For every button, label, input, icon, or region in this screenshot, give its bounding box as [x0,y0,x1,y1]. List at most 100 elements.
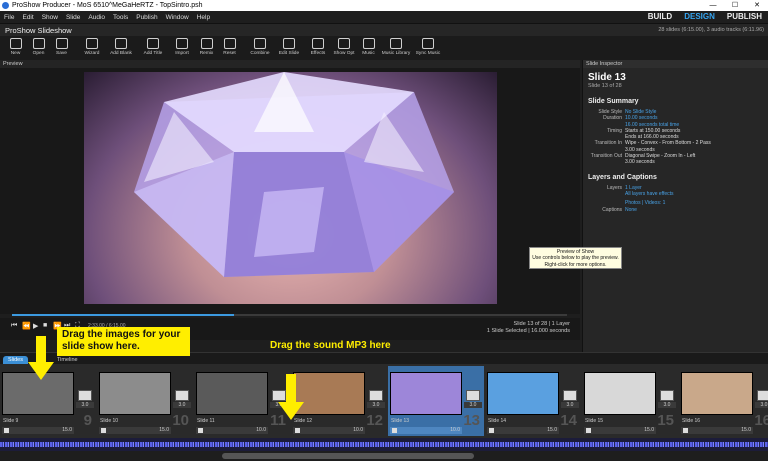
play-icon[interactable]: ▶ [33,322,38,330]
toolbar-save-button[interactable]: Save [50,36,73,60]
captions-link[interactable]: None [625,207,637,213]
timeline-scrollbar[interactable] [0,451,768,461]
preview-image[interactable] [84,72,497,304]
slide-duration[interactable]: 15.0 [681,427,753,434]
menu-edit[interactable]: Edit [18,14,37,21]
transition-item[interactable]: 3.0 [367,390,385,412]
slide-thumbnail[interactable] [196,372,268,415]
slide-play-icon[interactable] [586,428,591,433]
slide-thumbnail[interactable] [681,372,753,415]
mode-build-button[interactable]: BUILD [642,11,678,23]
transition-item[interactable]: 3.0 [755,390,768,412]
toolbar-wizard-button[interactable]: Wizard [79,36,105,60]
menu-tools[interactable]: Tools [109,14,132,21]
menu-audio[interactable]: Audio [84,14,109,21]
toolbar-remix-button[interactable]: Remix [195,36,218,60]
rewind-icon[interactable]: ⏪ [22,322,31,330]
slide-duration[interactable]: 15.0 [584,427,656,434]
toolbar-add-title-button[interactable]: Add Title [137,36,169,60]
toolbar-edit-slide-button[interactable]: Edit Slide [273,36,305,60]
menu-file[interactable]: File [0,14,18,21]
slide-play-icon[interactable] [295,428,300,433]
inspector-title: Slide 13 [588,72,626,83]
transition-item[interactable]: 3.0 [561,390,579,412]
slide-duration[interactable]: 15.0 [99,427,171,434]
slide-thumbnail[interactable] [584,372,656,415]
music-icon [362,38,375,49]
transition-item[interactable]: 3.0 [76,390,94,412]
menu-show[interactable]: Show [38,14,62,21]
main-toolbar: New Open Save Wizard Add Blank Add Title Impor… [0,36,768,60]
tooltip-line-2: Use controls below to play the preview. [532,255,619,262]
maximize-button[interactable]: ☐ [724,0,746,11]
slide-play-icon[interactable] [489,428,494,433]
show-options-icon [338,38,350,49]
toolbar-effects-button[interactable]: Effects [305,36,331,60]
toolbar-music-button[interactable]: Music [357,36,380,60]
slide-duration-value: 15.0 [62,427,72,433]
slide-name: Slide 11 [197,418,215,424]
toolbar-add-blank-button[interactable]: Add Blank [105,36,137,60]
transition-item[interactable]: 3.0 [173,390,191,412]
slide-thumbnail[interactable] [487,372,559,415]
scrollbar-thumb[interactable] [222,453,474,459]
toolbar-open-button[interactable]: Open [27,36,50,60]
slide-thumbnail[interactable] [99,372,171,415]
toolbar-combine-button[interactable]: Combine [247,36,273,60]
slide-play-icon[interactable] [101,428,106,433]
project-stats: 28 slides (6:15.00), 3 audio tracks (6:1… [658,27,764,33]
preview-panel[interactable] [0,68,580,314]
audio-track[interactable] [0,438,768,451]
transition-duration: 3.0 [173,402,191,408]
menu-publish[interactable]: Publish [132,14,161,21]
transition-icon[interactable] [563,390,577,401]
reset-icon [223,38,236,49]
toolbar-music-library-button[interactable]: Music Library [380,36,412,60]
inspector-header: Slide Inspector [583,60,768,68]
toolbar-reset-button[interactable]: Reset [218,36,241,60]
slide-number: 15 [657,412,674,429]
slide-duration[interactable]: 15.0 [487,427,559,434]
transition-duration: 3.0 [464,402,482,408]
slide-summary-heading: Slide Summary [588,98,639,105]
slide-play-icon[interactable] [683,428,688,433]
transition-icon[interactable] [466,390,480,401]
down-arrow-icon [278,374,304,420]
transition-icon[interactable] [369,390,383,401]
toolbar-label: Save [56,51,67,56]
slide-play-icon[interactable] [392,428,397,433]
slide-duration[interactable]: 10.0 [293,427,365,434]
menu-slide[interactable]: Slide [62,14,84,21]
slide-thumbnail[interactable] [390,372,462,415]
skip-back-icon[interactable]: ⏮ [11,322,17,330]
toolbar-sync-music-button[interactable]: Sync Music [412,36,444,60]
mode-publish-button[interactable]: PUBLISH [721,11,768,23]
slide-play-icon[interactable] [4,428,9,433]
preview-tooltip: Preview of Show Use controls below to pl… [529,247,622,269]
transition-icon[interactable] [757,390,768,401]
toolbar-show-options-button[interactable]: Show Opt [331,36,357,60]
toolbar-new-button[interactable]: New [4,36,27,60]
combine-icon [254,38,266,49]
minimize-button[interactable]: — [702,0,724,11]
transition-icon[interactable] [175,390,189,401]
toolbar-label: Combine [250,51,270,56]
layers-effects-link[interactable]: All layers have effects [625,191,674,197]
title-bar: ProShow Producer - MoS 6510^MeGaHeRTZ - … [0,0,768,11]
slide-duration[interactable]: 10.0 [196,427,268,434]
slide-duration[interactable]: 15.0 [2,427,74,434]
transition-item[interactable]: 3.0 [464,390,482,412]
slide-duration[interactable]: 10.0 [390,427,462,434]
transition-icon[interactable] [78,390,92,401]
slide-play-icon[interactable] [198,428,203,433]
stop-icon[interactable]: ■ [43,322,47,329]
mode-design-button[interactable]: DESIGN [678,11,721,23]
menu-help[interactable]: Help [193,14,214,21]
menu-window[interactable]: Window [162,14,193,21]
toolbar-label: New [10,51,21,56]
transition-icon[interactable] [660,390,674,401]
preview-progress[interactable] [12,314,567,316]
toolbar-import-button[interactable]: Import [169,36,195,60]
close-button[interactable]: ✕ [746,0,768,11]
transition-item[interactable]: 3.0 [658,390,676,412]
